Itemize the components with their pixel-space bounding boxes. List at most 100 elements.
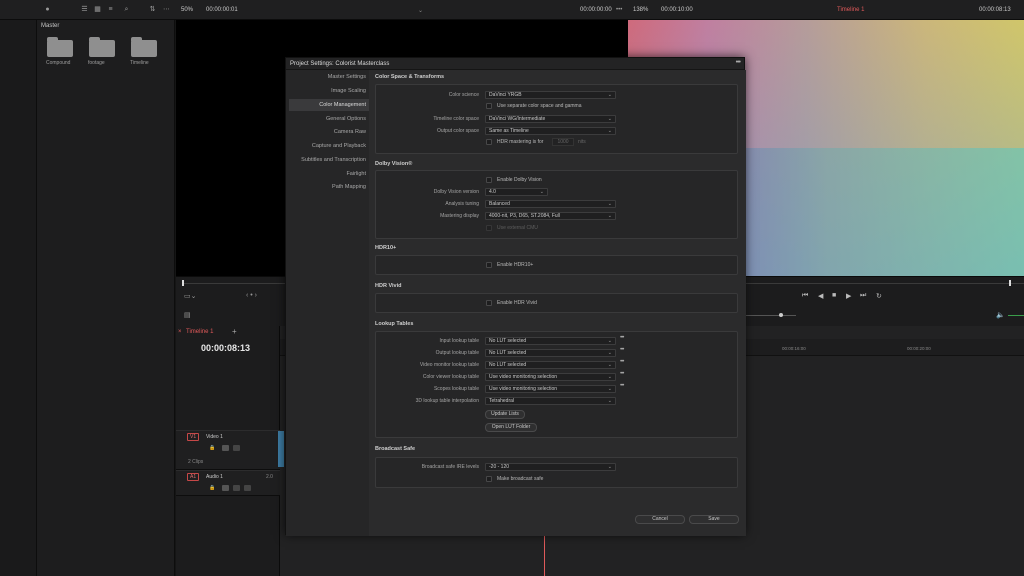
section-title: HDR Vivid [375,283,402,289]
play-reverse-icon[interactable]: ◀ [818,292,823,300]
close-icon[interactable]: × [178,329,182,335]
volume-slider[interactable] [1008,315,1024,316]
more-icon[interactable]: ⋯ [162,6,171,14]
track-badge[interactable]: V1 [187,433,200,441]
chevron-down-icon: ⌄ [607,464,612,470]
play-icon[interactable]: ▶ [846,292,851,300]
separate-color-space-checkbox[interactable] [486,103,492,109]
color-science-dropdown[interactable]: DaVinci YRGB ⌄ [485,91,616,99]
add-timeline-icon[interactable]: + [232,327,237,336]
output-lut-dropdown[interactable]: No LUT selected ⌄ [485,349,616,357]
program-timecode-right: 00:00:08:13 [979,7,1011,13]
timeline-tab[interactable]: Timeline 1 [186,329,213,335]
source-playhead[interactable] [182,280,184,286]
nav-fairlight[interactable]: Fairlight [286,171,366,177]
track-audio-1[interactable]: A1 Audio 1 2.0 🔒 [176,470,280,496]
auto-select-icon[interactable] [222,445,229,451]
color-viewer-lut-dropdown[interactable]: Use video monitoring selection ⌄ [485,373,616,381]
program-zoom[interactable]: 138% [633,7,648,13]
update-lists-button[interactable]: Update Lists [485,410,525,419]
color-space-section: Color science DaVinci YRGB ⌄ Use separate… [375,84,738,154]
folder-item[interactable]: Timeline [130,37,158,66]
zoom-slider[interactable] [746,315,796,316]
open-lut-folder-button[interactable]: Open LUT Folder [485,423,537,432]
options-icon[interactable]: ••• [616,7,622,13]
ire-levels-dropdown[interactable]: -20 - 120 ⌄ [485,463,616,471]
nav-master-settings[interactable]: Master Settings [286,74,366,80]
save-button[interactable]: Save [689,515,739,524]
hdr-mastering-checkbox[interactable] [486,139,492,145]
chevron-down-icon: ⌄ [607,386,612,392]
track-badge[interactable]: A1 [187,473,200,481]
auto-select-icon[interactable] [222,485,229,491]
section-title: Color Space & Transforms [375,74,445,80]
solo-icon[interactable] [233,485,240,491]
chevron-down-icon: ⌄ [539,189,544,195]
analysis-tuning-dropdown[interactable]: Balanced ⌄ [485,200,616,208]
folder-item[interactable]: footage [88,37,116,66]
program-playhead[interactable] [1009,280,1011,286]
more-options-icon[interactable]: ••• [620,359,624,365]
jog-control-icon[interactable]: ‹ • › [246,292,257,299]
zoom-slider-handle[interactable] [779,313,783,317]
nav-color-management[interactable]: Color Management [289,99,369,111]
source-zoom[interactable]: 50% [181,7,193,13]
video-monitor-lut-dropdown[interactable]: No LUT selected ⌄ [485,361,616,369]
external-cmu-checkbox[interactable] [486,225,492,231]
volume-icon[interactable]: 🔈 [996,311,1005,319]
skip-forward-icon[interactable]: ⏭ [860,292,866,300]
search-icon[interactable]: ⌕ [122,6,131,14]
view-options-icon[interactable]: ▭⌄ [184,292,196,300]
timeline-cs-dropdown[interactable]: DaVinci WG/Intermediate ⌄ [485,115,616,123]
lut-row-label: Video monitor lookup table [419,362,479,368]
metadata-view-icon[interactable]: ≡ [106,6,115,14]
chevron-down-icon: ⌄ [607,338,612,344]
enable-dolby-checkbox[interactable] [486,177,492,183]
nav-capture-playback[interactable]: Capture and Playback [286,143,366,149]
input-lut-dropdown[interactable]: No LUT selected ⌄ [485,337,616,345]
mute-icon[interactable] [244,485,251,491]
lock-icon[interactable]: 🔒 [209,445,215,451]
enable-hdr-vivid-checkbox[interactable] [486,300,492,306]
hdr-nits-field[interactable]: 1000 [552,138,574,146]
grid-view-icon[interactable]: ▦ [93,6,102,14]
more-options-icon[interactable]: ••• [620,383,624,389]
folder-item[interactable]: Compound [46,37,74,66]
dropdown-value: No LUT selected [489,362,527,368]
nav-camera-raw[interactable]: Camera Raw [286,129,366,135]
dialog-options-icon[interactable]: ••• [736,59,741,66]
nav-image-scaling[interactable]: Image Scaling [286,88,366,94]
make-broadcast-safe-checkbox[interactable] [486,476,492,482]
more-options-icon[interactable]: ••• [620,371,624,377]
sort-icon[interactable]: ⇅ [148,6,157,14]
enable-hdr10-checkbox[interactable] [486,262,492,268]
chevron-down-icon[interactable]: ⌄ [418,7,423,14]
list-view-icon[interactable]: ☰ [80,6,89,14]
more-options-icon[interactable]: ••• [620,347,624,353]
dolby-version-dropdown[interactable]: 4.0 ⌄ [485,188,548,196]
nav-general-options[interactable]: General Options [286,116,366,122]
lock-icon[interactable]: 🔒 [209,485,215,491]
video-clip[interactable] [278,431,284,467]
track-video-1[interactable]: V1 Video 1 🔒 2 Clips [176,430,280,470]
loop-icon[interactable]: ↻ [876,292,882,300]
project-settings-dialog: Project Settings: Colorist Masterclass •… [285,57,746,536]
nav-path-mapping[interactable]: Path Mapping [286,184,366,190]
skip-back-icon[interactable]: ⏮ [802,292,808,300]
mastering-display-dropdown[interactable]: 4000-nit, P3, D65, ST.2084, Full ⌄ [485,212,616,220]
dot-icon[interactable]: ● [43,6,52,14]
nav-subtitles[interactable]: Subtitles and Transcription [286,157,366,163]
more-options-icon[interactable]: ••• [620,335,624,341]
timeline-name[interactable]: Timeline 1 [837,7,864,13]
scopes-lut-dropdown[interactable]: Use video monitoring selection ⌄ [485,385,616,393]
stop-icon[interactable]: ■ [832,292,836,299]
hdr-nits-unit: nits [578,139,586,145]
hdr-mastering-label: HDR mastering is for [497,139,544,145]
track-visibility-icon[interactable] [233,445,240,451]
interpolation-dropdown[interactable]: Tetrahedral ⌄ [485,397,616,405]
chevron-down-icon: ⌄ [607,92,612,98]
cancel-button[interactable]: Cancel [635,515,685,524]
timeline-view-icon[interactable]: ▤ [184,311,191,319]
output-cs-dropdown[interactable]: Same as Timeline ⌄ [485,127,616,135]
folder-label: Compound [46,60,71,66]
